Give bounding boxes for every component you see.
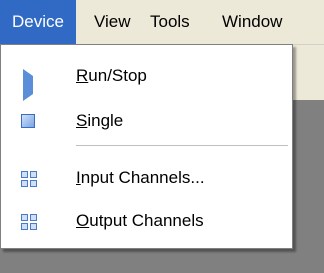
label-rest: utput Channels (89, 211, 204, 230)
menu-separator (76, 145, 288, 146)
channels-icon (21, 171, 37, 187)
channels-icon (21, 214, 37, 230)
menu-item-input-channels[interactable]: Input Channels... (1, 160, 292, 200)
menu-view[interactable]: View (94, 0, 131, 44)
stop-square-icon (21, 114, 35, 128)
menu-window[interactable]: Window (222, 0, 282, 44)
menu-item-output-channels[interactable]: Output Channels (1, 203, 292, 243)
menu-item-label: Single (76, 111, 123, 131)
play-icon (23, 69, 51, 101)
menu-tools[interactable]: Tools (150, 0, 190, 44)
menu-item-label: Output Channels (76, 211, 204, 231)
label-rest: ingle (87, 111, 124, 130)
menu-item-label: Run/Stop (76, 66, 147, 86)
accelerator-key: S (76, 111, 88, 130)
menu-item-run-stop[interactable]: Run/Stop (1, 58, 292, 101)
label-rest: un/Stop (88, 66, 147, 85)
menu-item-single[interactable]: Single (1, 103, 292, 143)
menu-item-label: Input Channels... (76, 168, 205, 188)
label-rest: nput Channels... (80, 168, 205, 187)
accelerator-key: R (76, 66, 89, 85)
accelerator-key: O (76, 211, 90, 230)
device-dropdown-menu: Run/Stop Single Input Channels... Output… (0, 44, 293, 249)
menu-bar: Device View Tools Window (0, 0, 324, 45)
menu-device[interactable]: Device (0, 0, 76, 44)
